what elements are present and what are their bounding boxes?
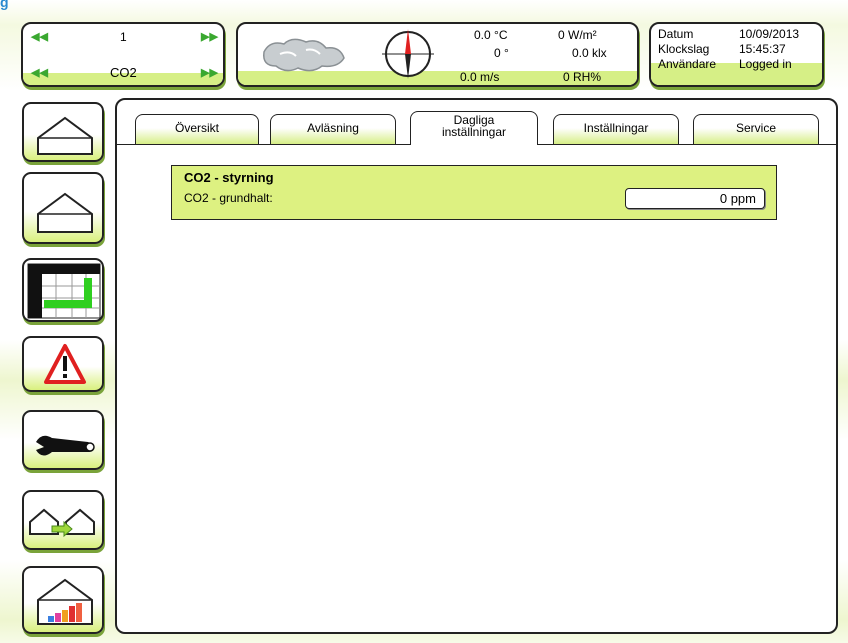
nav-energy-button[interactable] (22, 566, 104, 634)
tab-dagliga-installningar[interactable]: Dagliga inställningar (410, 111, 538, 145)
compass-icon (382, 29, 434, 79)
date-value: 10/09/2013 (739, 27, 800, 41)
greenhouse-icon (37, 116, 93, 155)
top-strip: g (0, 0, 848, 10)
selector-row1-value: 1 (120, 30, 127, 44)
tab-label: Service (735, 121, 776, 135)
info-panel: Datum 10/09/2013 Klockslag 15:45:37 Anvä… (649, 22, 824, 87)
cloud-icon (263, 38, 345, 72)
direction-value: 0 ° (494, 46, 509, 60)
nav-transfer-button[interactable] (22, 490, 104, 550)
window-corner-glyph: g (0, 0, 9, 10)
tab-label: Inställningar (583, 121, 649, 135)
greenhouse-icon (37, 192, 93, 233)
co2-base-level-label: CO2 - grundhalt: (184, 191, 273, 205)
chart-grid-icon (27, 263, 101, 319)
humidity-value: 0 RH% (563, 70, 602, 84)
tab-oversikt[interactable]: Översikt (135, 114, 259, 144)
user-label: Användare (658, 57, 717, 71)
nav-service-button[interactable] (22, 410, 104, 470)
nav-graph-button[interactable] (22, 258, 104, 322)
nav-greenhouse-button[interactable] (22, 172, 104, 244)
tab-label-line2: inställningar (441, 125, 507, 139)
tab-label: Översikt (174, 121, 219, 135)
co2-base-level-field[interactable]: 0 ppm (625, 188, 765, 209)
greenhouse-transfer-icon (29, 508, 95, 538)
weather-panel[interactable]: 0.0 °C 0 ° 0.0 m/s 0 W/m² 0.0 klx 0 RH% (236, 22, 639, 87)
time-value: 15:45:37 (739, 42, 786, 56)
tab-service[interactable]: Service (693, 114, 819, 144)
first-arrow-icon[interactable]: ◀◀ (31, 30, 48, 43)
temperature-value: 0.0 °C (474, 28, 508, 42)
tab-bar: Översikt Avläsning Dagliga inställningar… (117, 100, 836, 148)
radiation-value: 0 W/m² (558, 28, 597, 42)
selector-panel: ◀◀ 1 ▶▶ ◀◀ CO2 ▶▶ (21, 22, 225, 87)
tab-installningar[interactable]: Inställningar (553, 114, 679, 144)
nav-alarm-button[interactable] (22, 336, 104, 392)
tab-label: Avläsning (307, 121, 359, 135)
first-arrow-icon[interactable]: ◀◀ (31, 66, 48, 79)
last-arrow-icon[interactable]: ▶▶ (201, 66, 218, 79)
last-arrow-icon[interactable]: ▶▶ (201, 30, 218, 43)
date-label: Datum (658, 27, 694, 41)
user-value: Logged in (739, 57, 792, 71)
selector-row2-value: CO2 (110, 65, 137, 80)
tab-avlasning[interactable]: Avläsning (270, 114, 396, 144)
time-label: Klockslag (658, 42, 710, 56)
greenhouse-energy-icon (37, 578, 93, 625)
main-panel: Översikt Avläsning Dagliga inställningar… (115, 98, 838, 634)
wrench-icon (36, 435, 95, 456)
warning-icon (44, 344, 86, 384)
nav-overview-button[interactable] (22, 102, 104, 162)
light-value: 0.0 klx (572, 46, 607, 60)
co2-control-group: CO2 - styrning CO2 - grundhalt: 0 ppm (171, 165, 777, 220)
wind-speed-value: 0.0 m/s (460, 70, 500, 84)
group-title: CO2 - styrning (184, 170, 274, 185)
